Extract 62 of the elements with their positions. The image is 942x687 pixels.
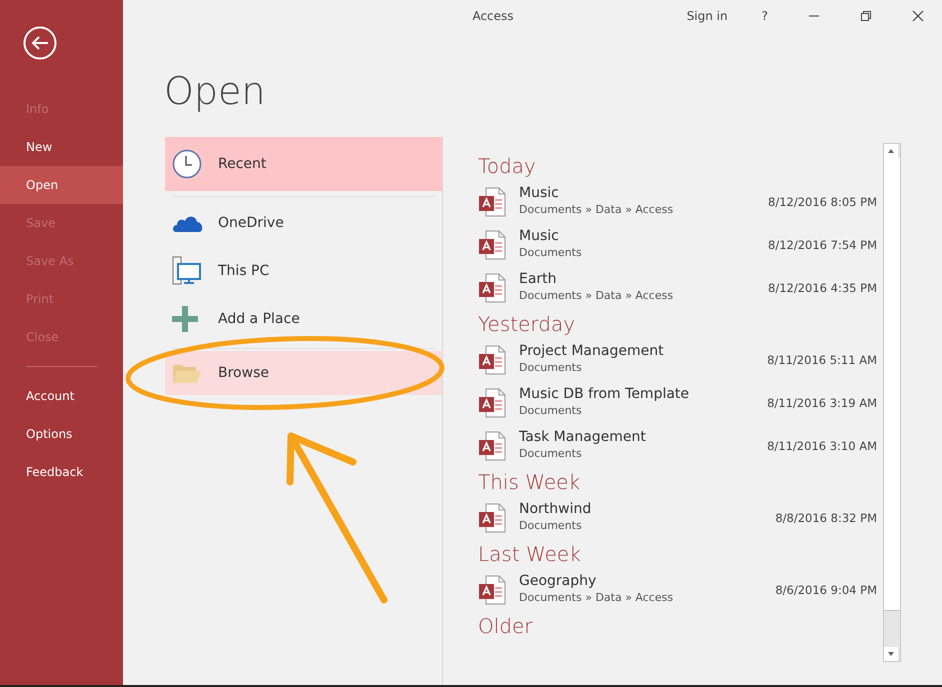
folder-icon <box>172 362 202 384</box>
file-date: 8/11/2016 3:19 AM <box>766 396 877 410</box>
back-icon[interactable] <box>23 26 57 60</box>
sidebar-item[interactable]: New <box>0 128 123 166</box>
file-date: 8/12/2016 7:54 PM <box>767 238 877 252</box>
plus-icon <box>172 306 198 332</box>
database-file-icon <box>478 574 506 604</box>
file-date: 8/8/2016 8:32 PM <box>774 510 877 524</box>
database-file-icon <box>478 230 506 260</box>
place-item[interactable]: OneDrive <box>165 199 442 247</box>
file-path: Documents <box>519 518 583 534</box>
group-heading: Today <box>478 153 537 180</box>
group-heading: Last Week <box>478 541 582 568</box>
file-path: Documents » Data » Access <box>519 590 674 606</box>
group-heading: This Week <box>478 469 582 496</box>
help-button[interactable]: ? <box>742 0 788 32</box>
group-heading: Yesterday <box>478 311 576 338</box>
file-name[interactable]: Music DB from Template <box>519 386 739 403</box>
place-item[interactable]: Add a Place <box>165 295 442 343</box>
file-path: Documents <box>519 245 583 261</box>
sidebar-item[interactable]: Open <box>0 166 123 204</box>
scrollbar[interactable] <box>883 143 901 662</box>
place-item[interactable]: Recent <box>165 137 442 191</box>
computer-icon <box>172 256 202 286</box>
place-item[interactable]: Browse <box>165 351 442 395</box>
file-path: Documents <box>519 446 583 462</box>
file-date: 8/12/2016 4:35 PM <box>767 280 877 294</box>
close-icon[interactable] <box>912 10 924 22</box>
clock-icon <box>172 149 202 179</box>
file-date: 8/12/2016 8:05 PM <box>767 194 877 208</box>
file-path: Documents » Data » Access <box>519 288 674 304</box>
scroll-thumb[interactable] <box>884 158 900 611</box>
file-date: 8/11/2016 3:10 AM <box>766 438 877 452</box>
sidebar-item[interactable]: Feedback <box>0 453 123 491</box>
scroll-up-icon[interactable] <box>884 144 898 158</box>
database-file-icon <box>478 430 506 460</box>
file-date: 8/11/2016 5:11 AM <box>766 352 877 366</box>
database-file-icon <box>478 502 506 532</box>
file-name[interactable]: Northwind <box>519 501 739 518</box>
file-path: Documents » Data » Access <box>519 202 674 218</box>
database-file-icon <box>478 272 506 302</box>
file-path: Documents <box>519 403 583 419</box>
file-date: 8/6/2016 9:04 PM <box>774 582 877 596</box>
sign-in-button[interactable]: Sign in <box>672 0 742 32</box>
scroll-down-icon[interactable] <box>884 647 898 661</box>
file-name[interactable]: Music <box>519 228 739 245</box>
restore-icon[interactable] <box>860 10 872 22</box>
database-file-icon <box>478 388 506 418</box>
place-item[interactable]: This PC <box>165 247 442 295</box>
sidebar-item[interactable]: Options <box>0 415 123 453</box>
file-name[interactable]: Project Management <box>519 343 739 360</box>
file-name[interactable]: Geography <box>519 573 739 590</box>
window-title: Access <box>471 9 515 23</box>
file-name[interactable]: Earth <box>519 271 739 288</box>
file-name[interactable]: Task Management <box>519 429 739 446</box>
file-path: Documents <box>519 360 583 376</box>
database-file-icon <box>478 344 506 374</box>
database-file-icon <box>478 186 506 216</box>
sidebar-item[interactable]: Account <box>0 377 123 415</box>
file-name[interactable]: Music <box>519 185 739 202</box>
page-title: Open <box>164 68 266 115</box>
group-heading: Older <box>478 613 534 640</box>
